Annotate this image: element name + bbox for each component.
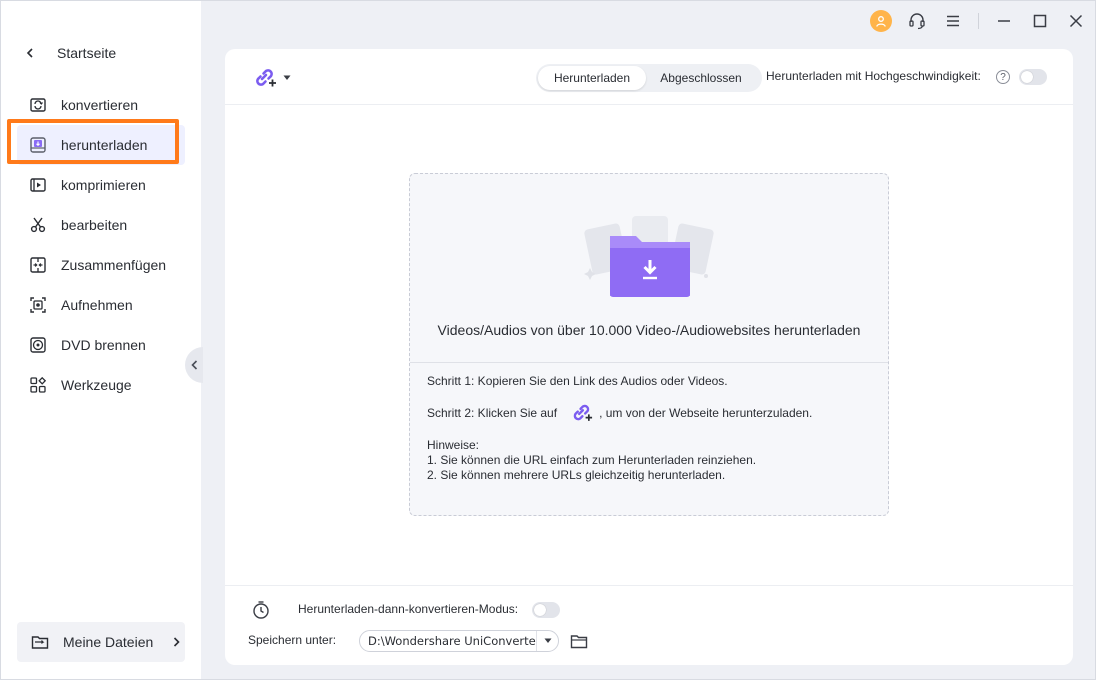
- help-icon[interactable]: ?: [996, 70, 1010, 84]
- maximize-button[interactable]: [1029, 10, 1051, 32]
- merge-icon: [29, 256, 47, 274]
- convert-mode-label: Herunterladen-dann-konvertieren-Modus:: [298, 602, 519, 616]
- inline-link-add-icon: [569, 401, 593, 425]
- sidebar-item-label: konvertieren: [61, 97, 139, 113]
- add-url-button[interactable]: [251, 65, 291, 91]
- user-avatar-icon: [870, 10, 892, 32]
- compress-icon: [29, 176, 47, 194]
- sidebar-item-label: Aufnehmen: [61, 297, 133, 313]
- convert-icon: [29, 96, 47, 114]
- chevron-left-icon: [190, 360, 197, 370]
- dropzone-title: Videos/Audios von über 10.000 Video-/Aud…: [437, 322, 861, 338]
- dropzone-divider: [410, 362, 888, 363]
- step2-text-after: , um von der Webseite herunterzuladen.: [599, 406, 813, 420]
- maximize-icon: [1033, 14, 1047, 28]
- tab-abgeschlossen[interactable]: Abgeschlossen: [646, 66, 756, 90]
- close-button[interactable]: [1065, 10, 1087, 32]
- browse-folder-button[interactable]: [569, 631, 589, 651]
- close-icon: [1069, 14, 1083, 28]
- back-home-button[interactable]: Startseite: [23, 39, 116, 67]
- highspeed-label: Herunterladen mit Hochgeschwindigkeit:: [766, 69, 981, 83]
- tab-herunterladen[interactable]: Herunterladen: [538, 66, 646, 90]
- dvd-icon: [29, 336, 47, 354]
- timer-icon[interactable]: [251, 600, 271, 620]
- hint-1: 1. Sie können die URL einfach zum Herunt…: [427, 453, 757, 467]
- menu-button[interactable]: [942, 10, 964, 32]
- sidebar-item-werkzeuge[interactable]: Werkzeuge: [17, 365, 185, 405]
- chevron-right-icon: [173, 637, 180, 647]
- step2-row: Schritt 2: Klicken Sie auf , um von der …: [427, 400, 877, 426]
- folder-open-icon: [31, 634, 49, 650]
- minimize-button[interactable]: [993, 10, 1015, 32]
- save-path-value: D:\Wondershare UniConverter: [368, 634, 536, 648]
- sidebar: Startseite konvertieren herunterladen ko…: [1, 1, 201, 679]
- titlebar-separator: [978, 13, 979, 29]
- panel-toolbar: Herunterladen Abgeschlossen Herunterlade…: [225, 49, 1073, 105]
- download-status-tabs: Herunterladen Abgeschlossen: [536, 64, 762, 92]
- sidebar-nav: konvertieren herunterladen komprimieren …: [17, 85, 185, 405]
- support-button[interactable]: [906, 10, 928, 32]
- link-add-icon: [256, 69, 276, 87]
- sidebar-item-zusammenfuegen[interactable]: Zusammenfügen: [17, 245, 185, 285]
- download-folder-illustration: [584, 216, 714, 297]
- sidebar-item-komprimieren[interactable]: komprimieren: [17, 165, 185, 205]
- download-panel: Herunterladen Abgeschlossen Herunterlade…: [225, 49, 1073, 665]
- user-avatar-button[interactable]: [870, 10, 892, 32]
- sidebar-item-dvd-brennen[interactable]: DVD brennen: [17, 325, 185, 365]
- convert-mode-toggle[interactable]: [532, 602, 560, 618]
- scissors-icon: [29, 216, 47, 234]
- save-path-select[interactable]: D:\Wondershare UniConverter: [359, 630, 559, 652]
- hint-2: 2. Sie können mehrere URLs gleichzeitig …: [427, 468, 726, 482]
- app-window: Startseite konvertieren herunterladen ko…: [0, 0, 1096, 680]
- sidebar-item-label: herunterladen: [61, 137, 148, 153]
- my-files-label: Meine Dateien: [63, 634, 154, 650]
- sidebar-item-herunterladen[interactable]: herunterladen: [17, 125, 185, 165]
- folder-icon: [570, 634, 588, 648]
- toolbox-icon: [29, 376, 47, 394]
- window-titlebar-controls: [870, 9, 1087, 33]
- menu-icon: [947, 15, 959, 27]
- my-files-button[interactable]: Meine Dateien: [17, 622, 185, 662]
- toggle-knob: [1021, 71, 1033, 83]
- sidebar-item-label: bearbeiten: [61, 217, 128, 233]
- panel-footer: Herunterladen-dann-konvertieren-Modus: S…: [225, 585, 1073, 665]
- caret-down-icon: [283, 75, 291, 80]
- highspeed-toggle[interactable]: [1019, 69, 1047, 85]
- step2-text-before: Schritt 2: Klicken Sie auf: [427, 406, 558, 420]
- toggle-knob: [534, 604, 546, 616]
- step1-text: Schritt 1: Kopieren Sie den Link des Aud…: [427, 374, 728, 388]
- sidebar-item-label: Werkzeuge: [61, 377, 132, 393]
- sidebar-item-bearbeiten[interactable]: bearbeiten: [17, 205, 185, 245]
- save-location-label: Speichern unter:: [248, 633, 337, 647]
- record-icon: [29, 296, 47, 314]
- minimize-icon: [998, 20, 1010, 22]
- sidebar-item-label: DVD brennen: [61, 337, 146, 353]
- hints-block: Hinweise: 1. Sie können die URL einfach …: [427, 438, 877, 483]
- chevron-left-icon: [23, 46, 37, 60]
- sidebar-item-konvertieren[interactable]: konvertieren: [17, 85, 185, 125]
- back-home-label: Startseite: [57, 45, 117, 61]
- download-icon: [29, 136, 47, 154]
- dropzone-instructions: Schritt 1: Kopieren Sie den Link des Aud…: [427, 374, 877, 483]
- headset-icon: [909, 13, 925, 30]
- chevron-down-icon: [536, 631, 558, 651]
- sidebar-item-label: Zusammenfügen: [61, 257, 167, 273]
- hints-title: Hinweise:: [427, 438, 480, 452]
- sidebar-item-aufnehmen[interactable]: Aufnehmen: [17, 285, 185, 325]
- url-dropzone[interactable]: Videos/Audios von über 10.000 Video-/Aud…: [409, 173, 889, 516]
- sidebar-item-label: komprimieren: [61, 177, 146, 193]
